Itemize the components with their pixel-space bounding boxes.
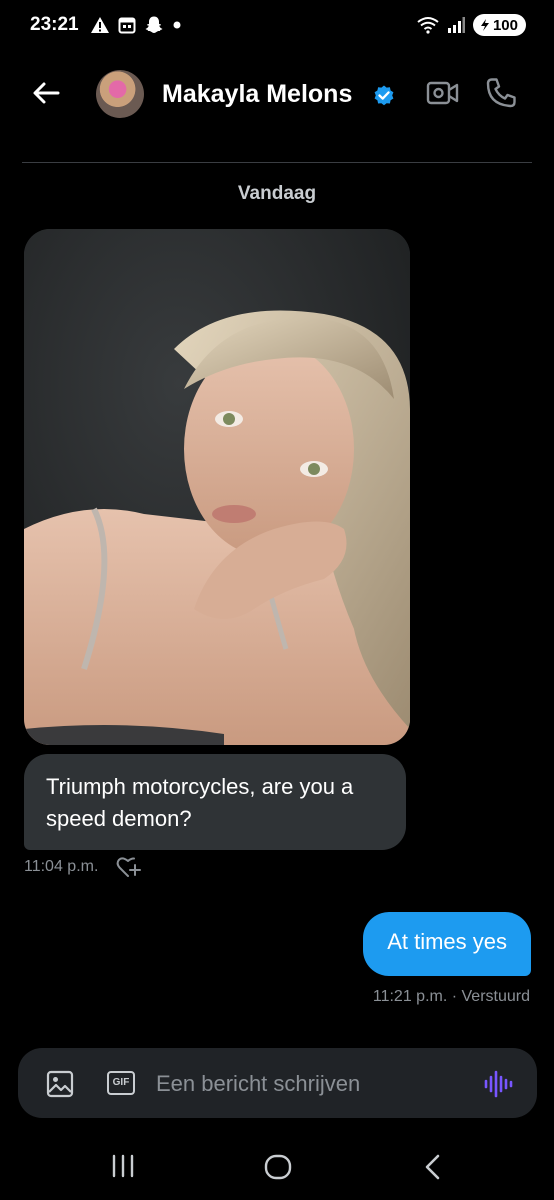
status-time: 23:21 — [30, 14, 79, 35]
message-input[interactable] — [154, 1060, 468, 1108]
message-photo — [24, 229, 410, 745]
status-system-icons: 100 — [417, 14, 526, 36]
signal-icon — [447, 17, 465, 33]
battery-icon — [480, 19, 489, 31]
video-call-icon[interactable] — [426, 78, 460, 108]
message-composer: GIF — [18, 1048, 537, 1118]
contact-name[interactable]: Makayla Melons — [162, 80, 352, 109]
wifi-icon — [417, 17, 439, 34]
header-divider — [22, 162, 532, 163]
phone-icon[interactable] — [484, 76, 518, 110]
voice-icon[interactable] — [483, 1069, 513, 1099]
outgoing-message-bubble[interactable]: At times yes — [363, 912, 531, 976]
incoming-message-text: Triumph motorcycles, are you a speed dem… — [46, 774, 354, 831]
status-notification-icons — [90, 15, 182, 35]
gif-icon[interactable]: GIF — [107, 1071, 135, 1095]
battery-level: 100 — [492, 16, 518, 34]
calendar-icon — [118, 17, 136, 34]
outgoing-message-text: At times yes — [387, 929, 507, 954]
conversation-header: Makayla Melons — [0, 60, 554, 130]
back-arrow-icon[interactable] — [28, 75, 64, 111]
system-nav-bar — [0, 1135, 554, 1200]
dot-icon — [173, 21, 181, 29]
add-reaction-icon[interactable] — [116, 855, 142, 879]
incoming-message-timestamp: 11:04 p.m. — [24, 858, 99, 875]
image-icon[interactable] — [46, 1070, 74, 1098]
image-message[interactable] — [24, 229, 410, 745]
status-bar: 23:21 100 — [0, 0, 554, 52]
recents-icon[interactable] — [110, 1153, 136, 1179]
date-separator: Vandaag — [237, 183, 317, 204]
home-icon[interactable] — [263, 1152, 293, 1182]
outgoing-message-status: 11:21 p.m. · Verstuurd — [372, 988, 530, 1005]
dm-screen: 23:21 100 Makayla Melons Vandaag Triumph… — [0, 0, 554, 1200]
back-icon[interactable] — [420, 1152, 446, 1182]
avatar[interactable] — [96, 70, 144, 118]
verified-badge-icon — [374, 85, 394, 106]
snapchat-icon — [145, 16, 163, 33]
battery-indicator: 100 — [472, 14, 526, 36]
incoming-message-bubble[interactable]: Triumph motorcycles, are you a speed dem… — [24, 754, 406, 850]
alert-icon — [91, 17, 109, 33]
